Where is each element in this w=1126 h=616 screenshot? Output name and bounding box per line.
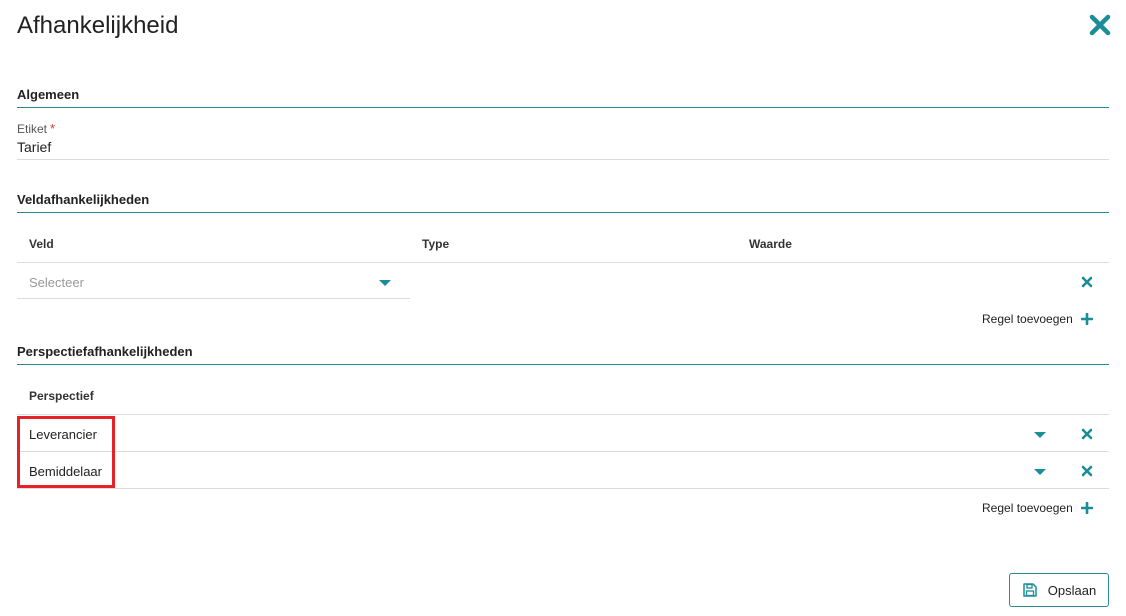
dialog-title: Afhankelijkheid (17, 12, 179, 39)
add-rule-label: Regel toevoegen (982, 501, 1073, 515)
add-rule-label: Regel toevoegen (982, 312, 1073, 326)
section-title-algemeen: Algemeen (17, 87, 80, 102)
add-rule-button[interactable]: Regel toevoegen (982, 501, 1093, 515)
select-underline (17, 298, 410, 299)
save-button[interactable]: Opslaan (1009, 573, 1109, 607)
chevron-down-icon[interactable] (1034, 469, 1046, 475)
highlight-annotation (17, 416, 115, 488)
section-title-veld: Veldafhankelijkheden (17, 192, 150, 207)
veld-select[interactable]: Selecteer (29, 275, 84, 290)
plus-icon (1080, 313, 1093, 325)
label-field-label: Etiket * (17, 121, 56, 136)
remove-row-icon[interactable] (1081, 276, 1093, 288)
input-underline (17, 159, 1109, 160)
save-label: Opslaan (1047, 582, 1097, 598)
chevron-down-icon[interactable] (1034, 432, 1046, 438)
column-header-waarde: Waarde (749, 237, 792, 251)
plus-icon (1080, 502, 1093, 514)
column-header-veld: Veld (29, 237, 54, 251)
add-rule-button[interactable]: Regel toevoegen (982, 312, 1093, 326)
section-divider (17, 107, 1109, 108)
section-title-perspectief: Perspectiefafhankelijkheden (17, 344, 193, 359)
remove-row-icon[interactable] (1081, 465, 1093, 477)
table-header-divider (17, 262, 1109, 263)
row-divider (17, 488, 1109, 489)
label-input[interactable]: Tarief (17, 139, 51, 155)
chevron-down-icon[interactable] (379, 280, 391, 286)
section-divider (17, 364, 1109, 365)
required-marker: * (50, 121, 56, 136)
row-divider (17, 451, 1109, 452)
column-header-perspectief: Perspectief (29, 389, 94, 403)
table-header-divider (17, 414, 1109, 415)
remove-row-icon[interactable] (1081, 428, 1093, 440)
column-header-type: Type (422, 237, 450, 251)
close-icon[interactable] (1089, 14, 1111, 36)
section-divider (17, 212, 1109, 213)
save-icon (1023, 583, 1037, 597)
